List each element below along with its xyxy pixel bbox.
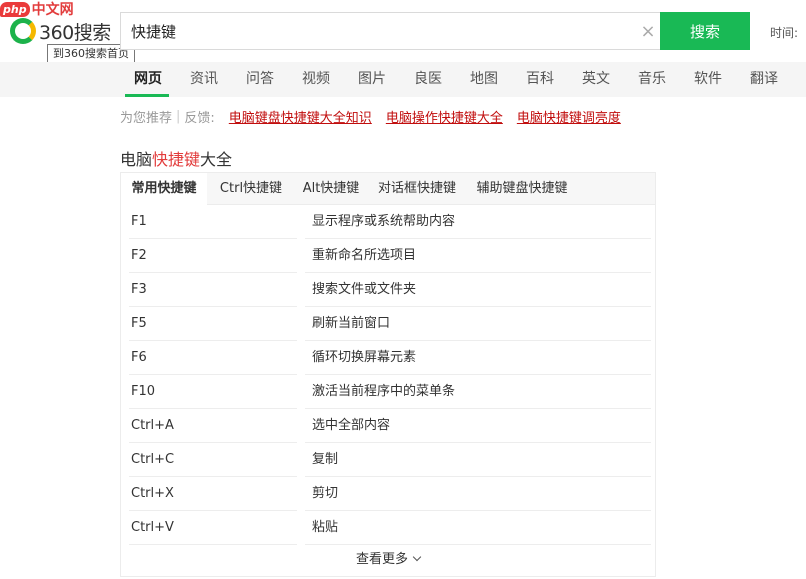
nav-item-translate[interactable]: 翻译 bbox=[750, 62, 778, 97]
shortcut-desc: 复制 bbox=[312, 452, 339, 467]
shortcut-key: F3 bbox=[131, 282, 147, 297]
tab-alt[interactable]: Alt快捷键 bbox=[293, 173, 369, 205]
nav-item-news[interactable]: 资讯 bbox=[190, 62, 218, 97]
table-row: F6 循环切换屏幕元素 bbox=[121, 341, 655, 375]
recommend-separator: | bbox=[176, 109, 181, 124]
recommend-link[interactable]: 电脑操作快捷键大全 bbox=[386, 107, 503, 126]
shortcut-key: Ctrl+C bbox=[131, 452, 175, 467]
nav-item-web[interactable]: 网页 bbox=[134, 62, 162, 97]
shortcut-desc: 激活当前程序中的菜单条 bbox=[312, 384, 456, 399]
shortcut-desc: 循环切换屏幕元素 bbox=[312, 350, 417, 365]
time-filter[interactable]: 时间: bbox=[770, 24, 798, 41]
shortcut-key: Ctrl+A bbox=[131, 418, 174, 433]
search-nav: 网页 资讯 问答 视频 图片 良医 地图 百科 英文 音乐 软件 翻译 bbox=[0, 62, 806, 97]
table-row: Ctrl+A 选中全部内容 bbox=[121, 409, 655, 443]
shortcut-key: F1 bbox=[131, 214, 147, 229]
search-input[interactable] bbox=[121, 13, 635, 49]
table-row: Ctrl+V 粘贴 bbox=[121, 511, 655, 545]
shortcut-tabs: 常用快捷键 Ctrl快捷键 Alt快捷键 对话框快捷键 辅助键盘快捷键 bbox=[121, 173, 655, 206]
table-row: Ctrl+X 剪切 bbox=[121, 477, 655, 511]
clear-icon[interactable]: × bbox=[635, 21, 661, 42]
tab-dialog[interactable]: 对话框快捷键 bbox=[369, 173, 465, 205]
search-box: × bbox=[120, 12, 661, 50]
result-title[interactable]: 电脑快捷键大全 bbox=[120, 146, 232, 170]
table-row: F5 刷新当前窗口 bbox=[121, 307, 655, 341]
logo-ring-icon bbox=[10, 18, 36, 44]
view-more-label: 查看更多 bbox=[355, 552, 408, 567]
shortcut-key: F10 bbox=[131, 384, 156, 399]
shortcut-desc: 显示程序或系统帮助内容 bbox=[312, 214, 456, 229]
tab-common[interactable]: 常用快捷键 bbox=[121, 173, 207, 206]
nav-item-images[interactable]: 图片 bbox=[358, 62, 386, 97]
php-badge: php bbox=[0, 1, 30, 17]
tab-ctrl[interactable]: Ctrl快捷键 bbox=[209, 173, 293, 205]
view-more-button[interactable]: 查看更多 bbox=[121, 545, 655, 575]
header: php 中文网 360搜索 到360搜索首页 × 搜索 时间: bbox=[0, 0, 806, 63]
table-row: F2 重新命名所选项目 bbox=[121, 239, 655, 273]
shortcut-key: F5 bbox=[131, 316, 147, 331]
nav-item-doctor[interactable]: 良医 bbox=[414, 62, 442, 97]
nav-item-music[interactable]: 音乐 bbox=[638, 62, 666, 97]
recommend-link[interactable]: 电脑快捷键调亮度 bbox=[517, 107, 621, 126]
table-row: Ctrl+C 复制 bbox=[121, 443, 655, 477]
shortcut-key: F2 bbox=[131, 248, 147, 263]
shortcut-desc: 搜索文件或文件夹 bbox=[312, 282, 417, 297]
nav-item-baike[interactable]: 百科 bbox=[526, 62, 554, 97]
recommend-link[interactable]: 电脑键盘快捷键大全知识 bbox=[229, 107, 372, 126]
table-row: F10 激活当前程序中的菜单条 bbox=[121, 375, 655, 409]
search-button[interactable]: 搜索 bbox=[660, 12, 750, 50]
shortcut-desc: 刷新当前窗口 bbox=[312, 316, 391, 331]
shortcut-desc: 粘贴 bbox=[312, 520, 339, 535]
shortcut-desc: 选中全部内容 bbox=[312, 418, 391, 433]
title-highlight: 快捷键 bbox=[152, 150, 201, 169]
title-prefix: 电脑 bbox=[120, 150, 153, 169]
shortcut-key: F6 bbox=[131, 350, 147, 365]
recommend-label: 为您推荐 bbox=[120, 111, 173, 126]
feedback-link[interactable]: 反馈: bbox=[184, 107, 214, 126]
php-cn-watermark: php 中文网 bbox=[0, 0, 74, 18]
logo-360-search[interactable]: 360搜索 bbox=[10, 17, 111, 45]
shortcut-key: Ctrl+V bbox=[131, 520, 174, 535]
shortcut-card: 常用快捷键 Ctrl快捷键 Alt快捷键 对话框快捷键 辅助键盘快捷键 F1 显… bbox=[120, 172, 656, 577]
chevron-down-icon bbox=[412, 552, 422, 562]
tab-aux-keyboard[interactable]: 辅助键盘快捷键 bbox=[465, 173, 579, 205]
nav-active-indicator bbox=[125, 94, 169, 97]
shortcut-desc: 剪切 bbox=[312, 486, 339, 501]
nav-item-qa[interactable]: 问答 bbox=[246, 62, 274, 97]
logo-text: 360搜索 bbox=[39, 21, 111, 44]
nav-item-map[interactable]: 地图 bbox=[470, 62, 498, 97]
shortcut-key: Ctrl+X bbox=[131, 486, 174, 501]
table-row: F3 搜索文件或文件夹 bbox=[121, 273, 655, 307]
title-suffix: 大全 bbox=[200, 150, 233, 169]
nav-item-software[interactable]: 软件 bbox=[694, 62, 722, 97]
recommend-bar: 为您推荐 | 反馈: 电脑键盘快捷键大全知识 电脑操作快捷键大全 电脑快捷键调亮… bbox=[120, 107, 621, 126]
shortcut-desc: 重新命名所选项目 bbox=[312, 248, 417, 263]
nav-item-video[interactable]: 视频 bbox=[302, 62, 330, 97]
nav-item-english[interactable]: 英文 bbox=[582, 62, 610, 97]
table-row: F1 显示程序或系统帮助内容 bbox=[121, 205, 655, 239]
